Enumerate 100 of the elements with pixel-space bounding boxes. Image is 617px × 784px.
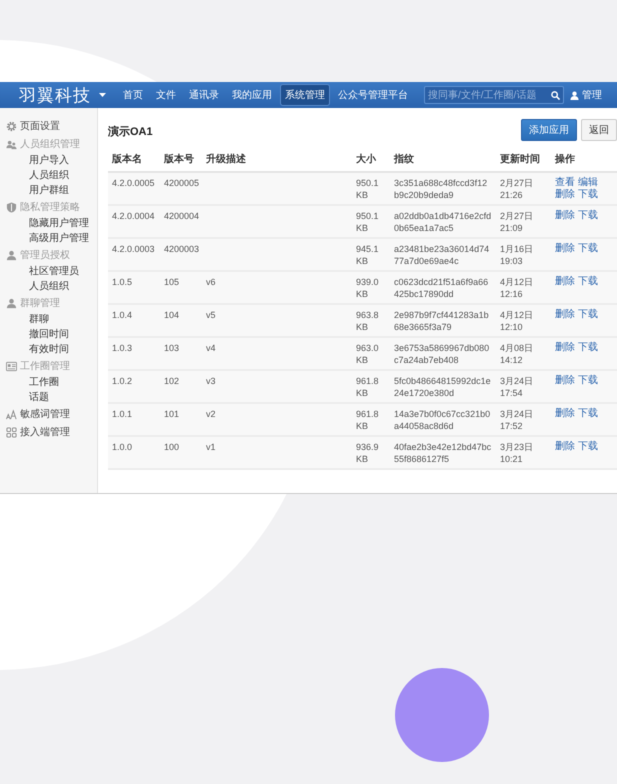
sidebar-subitem[interactable]: 有效时间 [6, 342, 97, 357]
action-link[interactable]: 删除 [555, 441, 575, 453]
table-cell: 102 [160, 370, 202, 403]
action-link[interactable]: 删除 [555, 276, 575, 288]
table-cell: 945.1 KB [352, 238, 390, 271]
sidebar-subitem[interactable]: 高级用户管理 [6, 231, 97, 246]
shield-icon [6, 202, 17, 212]
table-cell: 1.0.3 [108, 337, 160, 370]
table-cell: 4月12日 12:16 [496, 271, 551, 304]
sidebar-subitem[interactable]: 社区管理员 [6, 264, 97, 279]
table-cell: v5 [202, 304, 352, 337]
sidebar-item[interactable]: 接入端管理 [20, 425, 70, 439]
table-cell: c0623dcd21f51a6f9a66425bc17890dd [390, 271, 496, 304]
nav-tab[interactable]: 通讯录 [184, 84, 224, 106]
nav-tab[interactable]: 我的应用 [227, 84, 277, 106]
table-cell: 4.2.0.0003 [108, 238, 160, 271]
page-title: 演示OA1 [108, 124, 153, 138]
action-link[interactable]: 查看 [555, 177, 575, 189]
table-cell: 3月24日 17:54 [496, 370, 551, 403]
add-button[interactable]: 添加应用 [521, 119, 577, 141]
font-size-icon [6, 408, 17, 420]
action-link[interactable]: 下载 [578, 210, 598, 222]
card-icon [6, 360, 17, 372]
table-cell: 105 [160, 271, 202, 304]
action-link[interactable]: 下载 [578, 276, 598, 288]
table-cell: 961.8 KB [352, 370, 390, 403]
table-cell: 4月08日 14:12 [496, 337, 551, 370]
table-cell: 4.2.0.0004 [108, 205, 160, 238]
table-cell: v4 [202, 337, 352, 370]
search-field[interactable]: 搜同事/文件/工作圈/话题 [424, 86, 564, 104]
action-link[interactable]: 删除 [555, 309, 575, 321]
people-icon [6, 138, 17, 150]
table-cell: 1.0.0 [108, 436, 160, 469]
sidebar-subitem[interactable]: 工作圈 [6, 375, 97, 390]
logo-text: 羽翼科技 [19, 84, 91, 106]
action-link[interactable]: 下载 [578, 309, 598, 321]
sidebar-subitem[interactable]: 话题 [6, 390, 97, 405]
action-link[interactable]: 删除 [555, 375, 575, 387]
sidebar-subitem[interactable]: 用户群组 [6, 183, 97, 198]
action-link[interactable]: 下载 [578, 408, 598, 420]
action-link[interactable]: 下载 [578, 375, 598, 387]
table-cell: 950.1 KB [352, 172, 390, 205]
table-cell: 3月23日 10:21 [496, 436, 551, 469]
table-cell: a23481be23a36014d7477a7d0e69ae4c [390, 238, 496, 271]
action-link[interactable]: 删除 [555, 189, 575, 201]
back-button[interactable]: 返回 [581, 119, 617, 141]
table-cell: 1.0.1 [108, 403, 160, 436]
table-cell: 14a3e7b0f0c67cc321b0a44058ac8d6d [390, 403, 496, 436]
table-cell: v1 [202, 436, 352, 469]
sidebar-subitem[interactable]: 用户导入 [6, 153, 97, 168]
table-cell: 1.0.2 [108, 370, 160, 403]
table-cell: 101 [160, 403, 202, 436]
action-link[interactable]: 下载 [578, 342, 598, 354]
table-cell: 4200005 [160, 172, 202, 205]
sidebar-subitem[interactable]: 撤回时间 [6, 327, 97, 342]
table-cell: 2月27日 21:09 [496, 205, 551, 238]
user-name[interactable]: 管理 [582, 88, 602, 102]
action-link[interactable]: 删除 [555, 210, 575, 222]
table-cell: 3c351a688c48fccd3f12b9c20b9deda9 [390, 172, 496, 205]
action-link[interactable]: 删除 [555, 342, 575, 354]
sidebar-item[interactable]: 敏感词管理 [20, 407, 70, 421]
sidebar-subitem[interactable]: 人员组织 [6, 279, 97, 294]
nav-tab[interactable]: 公众号管理平台 [333, 84, 413, 106]
sidebar-item[interactable]: 页面设置 [20, 119, 60, 133]
action-link[interactable]: 下载 [578, 189, 598, 201]
search-icon[interactable] [551, 91, 560, 100]
table-cell: 103 [160, 337, 202, 370]
sidebar-subitem[interactable]: 群聊 [6, 312, 97, 327]
table-cell: 963.8 KB [352, 304, 390, 337]
table-cell: 4月12日 12:10 [496, 304, 551, 337]
nav-tab[interactable]: 首页 [118, 84, 148, 106]
table-cell: 3e6753a5869967db080c7a24ab7eb408 [390, 337, 496, 370]
nav-tab[interactable]: 系统管理 [280, 84, 330, 106]
table-cell: 961.8 KB [352, 403, 390, 436]
table-cell: 1月16日 19:03 [496, 238, 551, 271]
table-cell: v2 [202, 403, 352, 436]
caret-icon[interactable] [99, 93, 106, 97]
sidebar-subitem[interactable]: 人员组织 [6, 168, 97, 183]
table-cell: 2e987b9f7cf441283a1b68e3665f3a79 [390, 304, 496, 337]
person-icon [6, 298, 17, 308]
action-link[interactable]: 编辑 [578, 177, 598, 189]
table-cell: 2月27日 21:26 [496, 172, 551, 205]
table-cell: 4200003 [160, 238, 202, 271]
table-cell: 950.1 KB [352, 205, 390, 238]
nav-tab[interactable]: 文件 [151, 84, 181, 106]
action-link[interactable]: 下载 [578, 243, 598, 255]
table-cell: 4200004 [160, 205, 202, 238]
table-cell: 936.9 KB [352, 436, 390, 469]
table-cell: 963.0 KB [352, 337, 390, 370]
table-cell: 1.0.4 [108, 304, 160, 337]
table-cell: 939.0 KB [352, 271, 390, 304]
action-link[interactable]: 下载 [578, 441, 598, 453]
action-link[interactable]: 删除 [555, 408, 575, 420]
user-icon[interactable] [570, 90, 579, 100]
table-cell: v3 [202, 370, 352, 403]
table-cell: 5fc0b48664815992dc1e24e1720e380d [390, 370, 496, 403]
action-link[interactable]: 删除 [555, 243, 575, 255]
sidebar-subitem[interactable]: 隐藏用户管理 [6, 216, 97, 231]
table-cell: v6 [202, 271, 352, 304]
table-cell: 40fae2b3e42e12bd47bc55f8686127f5 [390, 436, 496, 469]
